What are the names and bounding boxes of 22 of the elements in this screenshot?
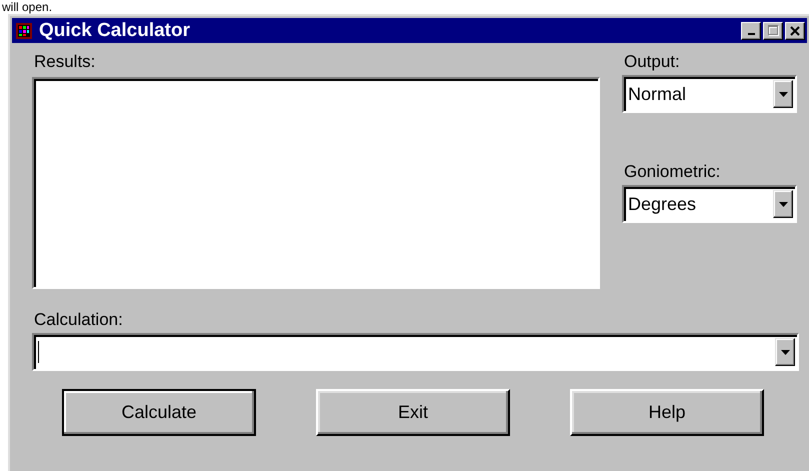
goniometric-label: Goniometric: — [623, 161, 722, 183]
goniometric-dropdown[interactable]: Degrees — [622, 185, 797, 223]
results-label: Results: — [33, 51, 96, 73]
caption-text: will open. — [1, 0, 54, 14]
caret-icon — [778, 202, 788, 206]
minimize-button[interactable] — [741, 22, 761, 40]
dropdown-arrow-button[interactable] — [773, 80, 793, 108]
caret-icon — [778, 92, 788, 96]
abacus-icon — [15, 22, 33, 40]
output-dropdown[interactable]: Normal — [622, 75, 797, 113]
caret-icon — [780, 350, 790, 354]
dialog-button[interactable]: Calculate — [62, 389, 256, 436]
dialog-button[interactable]: Exit — [316, 389, 510, 436]
close-button[interactable] — [785, 22, 805, 40]
dropdown-arrow-button[interactable] — [773, 190, 793, 218]
output-label: Output: — [623, 51, 681, 73]
window-title: Quick Calculator — [39, 21, 190, 40]
maximize-button[interactable] — [763, 22, 783, 40]
dialog-button[interactable]: Help — [570, 389, 764, 436]
calculation-combo-field[interactable] — [32, 333, 799, 371]
calculation-label: Calculation: — [33, 309, 124, 331]
dropdown-arrow-button[interactable] — [775, 338, 795, 366]
